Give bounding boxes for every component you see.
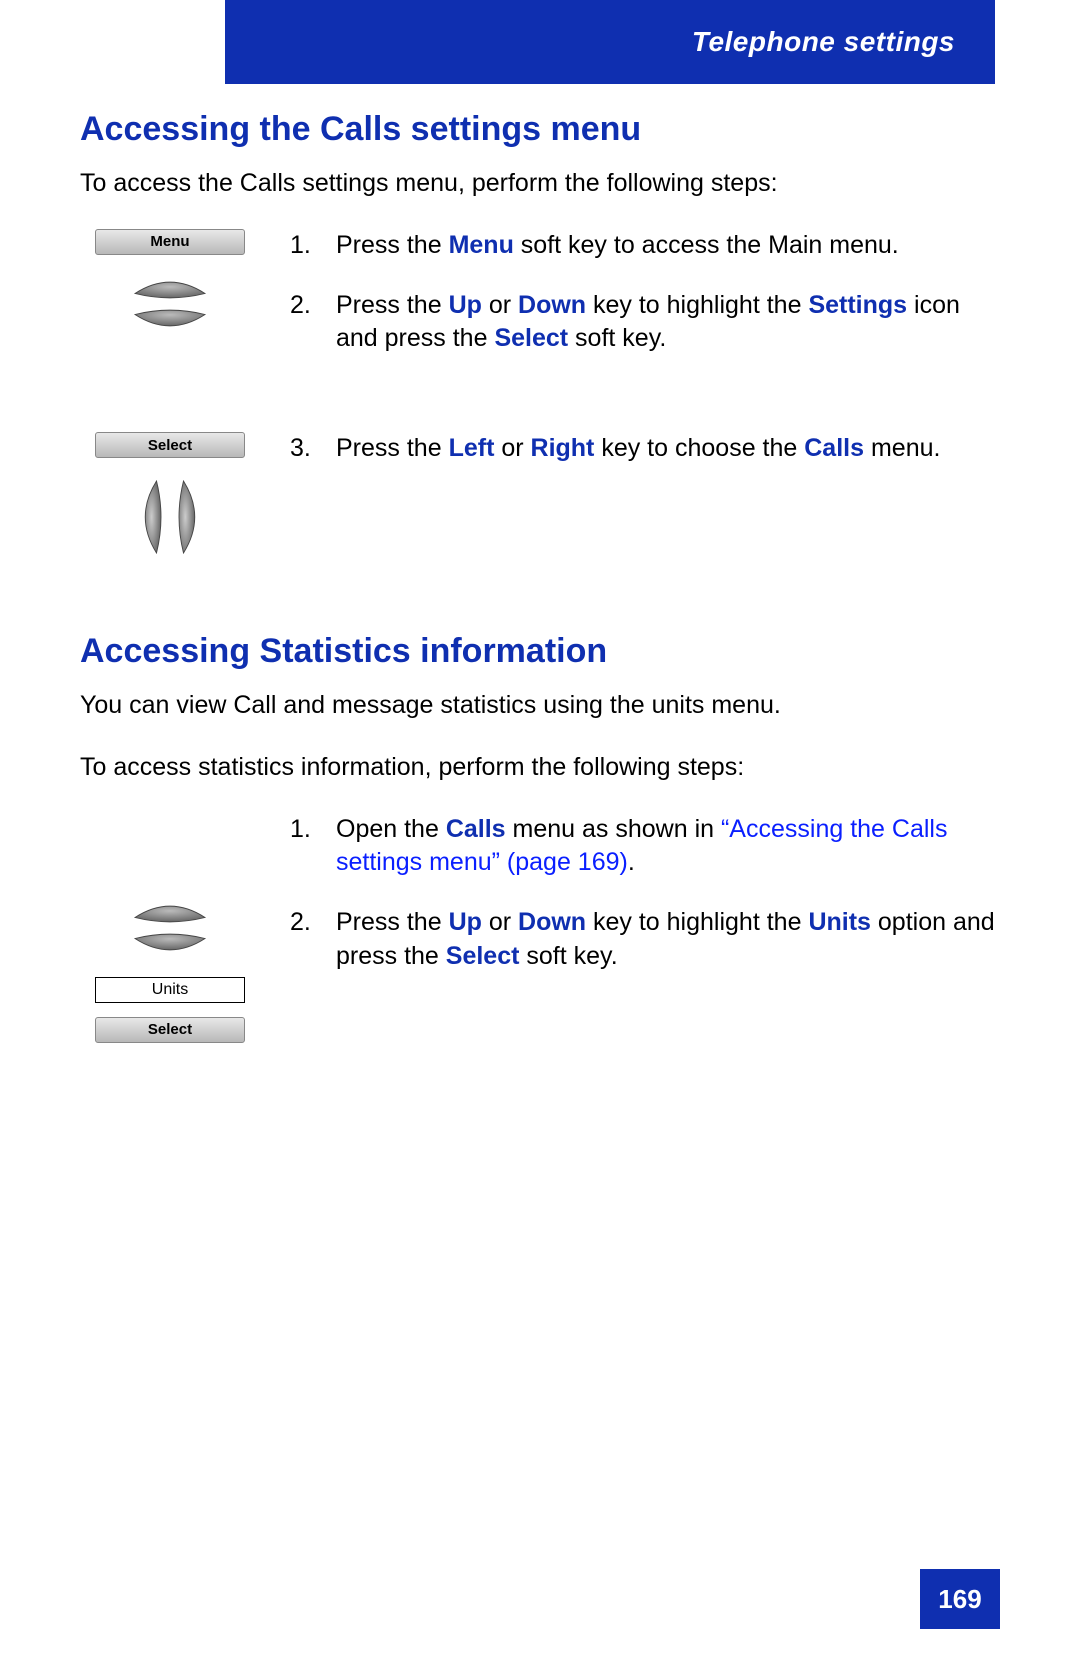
- left-right-icon: [125, 472, 215, 562]
- kw-down: Down: [518, 291, 586, 319]
- softkey-select-2: Select: [95, 1017, 245, 1043]
- section1-step1: Press the Menu soft key to access the Ma…: [290, 229, 1000, 263]
- section1-block2: Select Press the Left or Right key to ch…: [80, 432, 1000, 562]
- kw-calls: Calls: [804, 434, 864, 462]
- softkey-menu: Menu: [95, 229, 245, 255]
- option-units: Units: [95, 977, 245, 1003]
- section1-intro: To access the Calls settings menu, perfo…: [80, 167, 1000, 201]
- section2-heading: Accessing Statistics information: [80, 632, 1000, 671]
- section2-block1: Units Select Open the Calls menu as show…: [80, 813, 1000, 1043]
- page-number: 169: [920, 1569, 1000, 1629]
- section2-step2: Press the Up or Down key to highlight th…: [290, 906, 1000, 974]
- section2-intro1: You can view Call and message statistics…: [80, 689, 1000, 723]
- text-col-1: Press the Menu soft key to access the Ma…: [260, 229, 1000, 382]
- softkey-select-1: Select: [95, 432, 245, 458]
- kw-down-2: Down: [518, 908, 586, 936]
- up-down-icon: [125, 269, 215, 339]
- text-col-3: Open the Calls menu as shown in “Accessi…: [260, 813, 1000, 1000]
- kw-select-2: Select: [446, 942, 520, 970]
- kw-select: Select: [494, 324, 568, 352]
- section2-step1: Open the Calls menu as shown in “Accessi…: [290, 813, 1000, 881]
- kw-up-2: Up: [449, 908, 482, 936]
- kw-left: Left: [449, 434, 495, 462]
- kw-right: Right: [531, 434, 595, 462]
- section1-block1: Menu Press the Menu soft key to access t…: [80, 229, 1000, 382]
- section1-step2: Press the Up or Down key to highlight th…: [290, 289, 1000, 357]
- kw-calls-2: Calls: [446, 815, 506, 843]
- section2-intro2: To access statistics information, perfor…: [80, 751, 1000, 785]
- text-col-2: Press the Left or Right key to choose th…: [260, 432, 1000, 492]
- illus-col-2: Select: [80, 432, 260, 562]
- kw-menu: Menu: [449, 231, 514, 259]
- header-title: Telephone settings: [692, 26, 955, 58]
- illus-col-3: Units Select: [80, 813, 260, 1043]
- kw-up: Up: [449, 291, 482, 319]
- section1-step3: Press the Left or Right key to choose th…: [290, 432, 1000, 466]
- illus-col-1: Menu: [80, 229, 260, 339]
- kw-settings: Settings: [808, 291, 907, 319]
- kw-units: Units: [808, 908, 871, 936]
- page-content: Accessing the Calls settings menu To acc…: [80, 110, 1000, 1053]
- section1-heading: Accessing the Calls settings menu: [80, 110, 1000, 149]
- up-down-icon-2: [125, 893, 215, 963]
- header-bar: Telephone settings: [225, 0, 995, 84]
